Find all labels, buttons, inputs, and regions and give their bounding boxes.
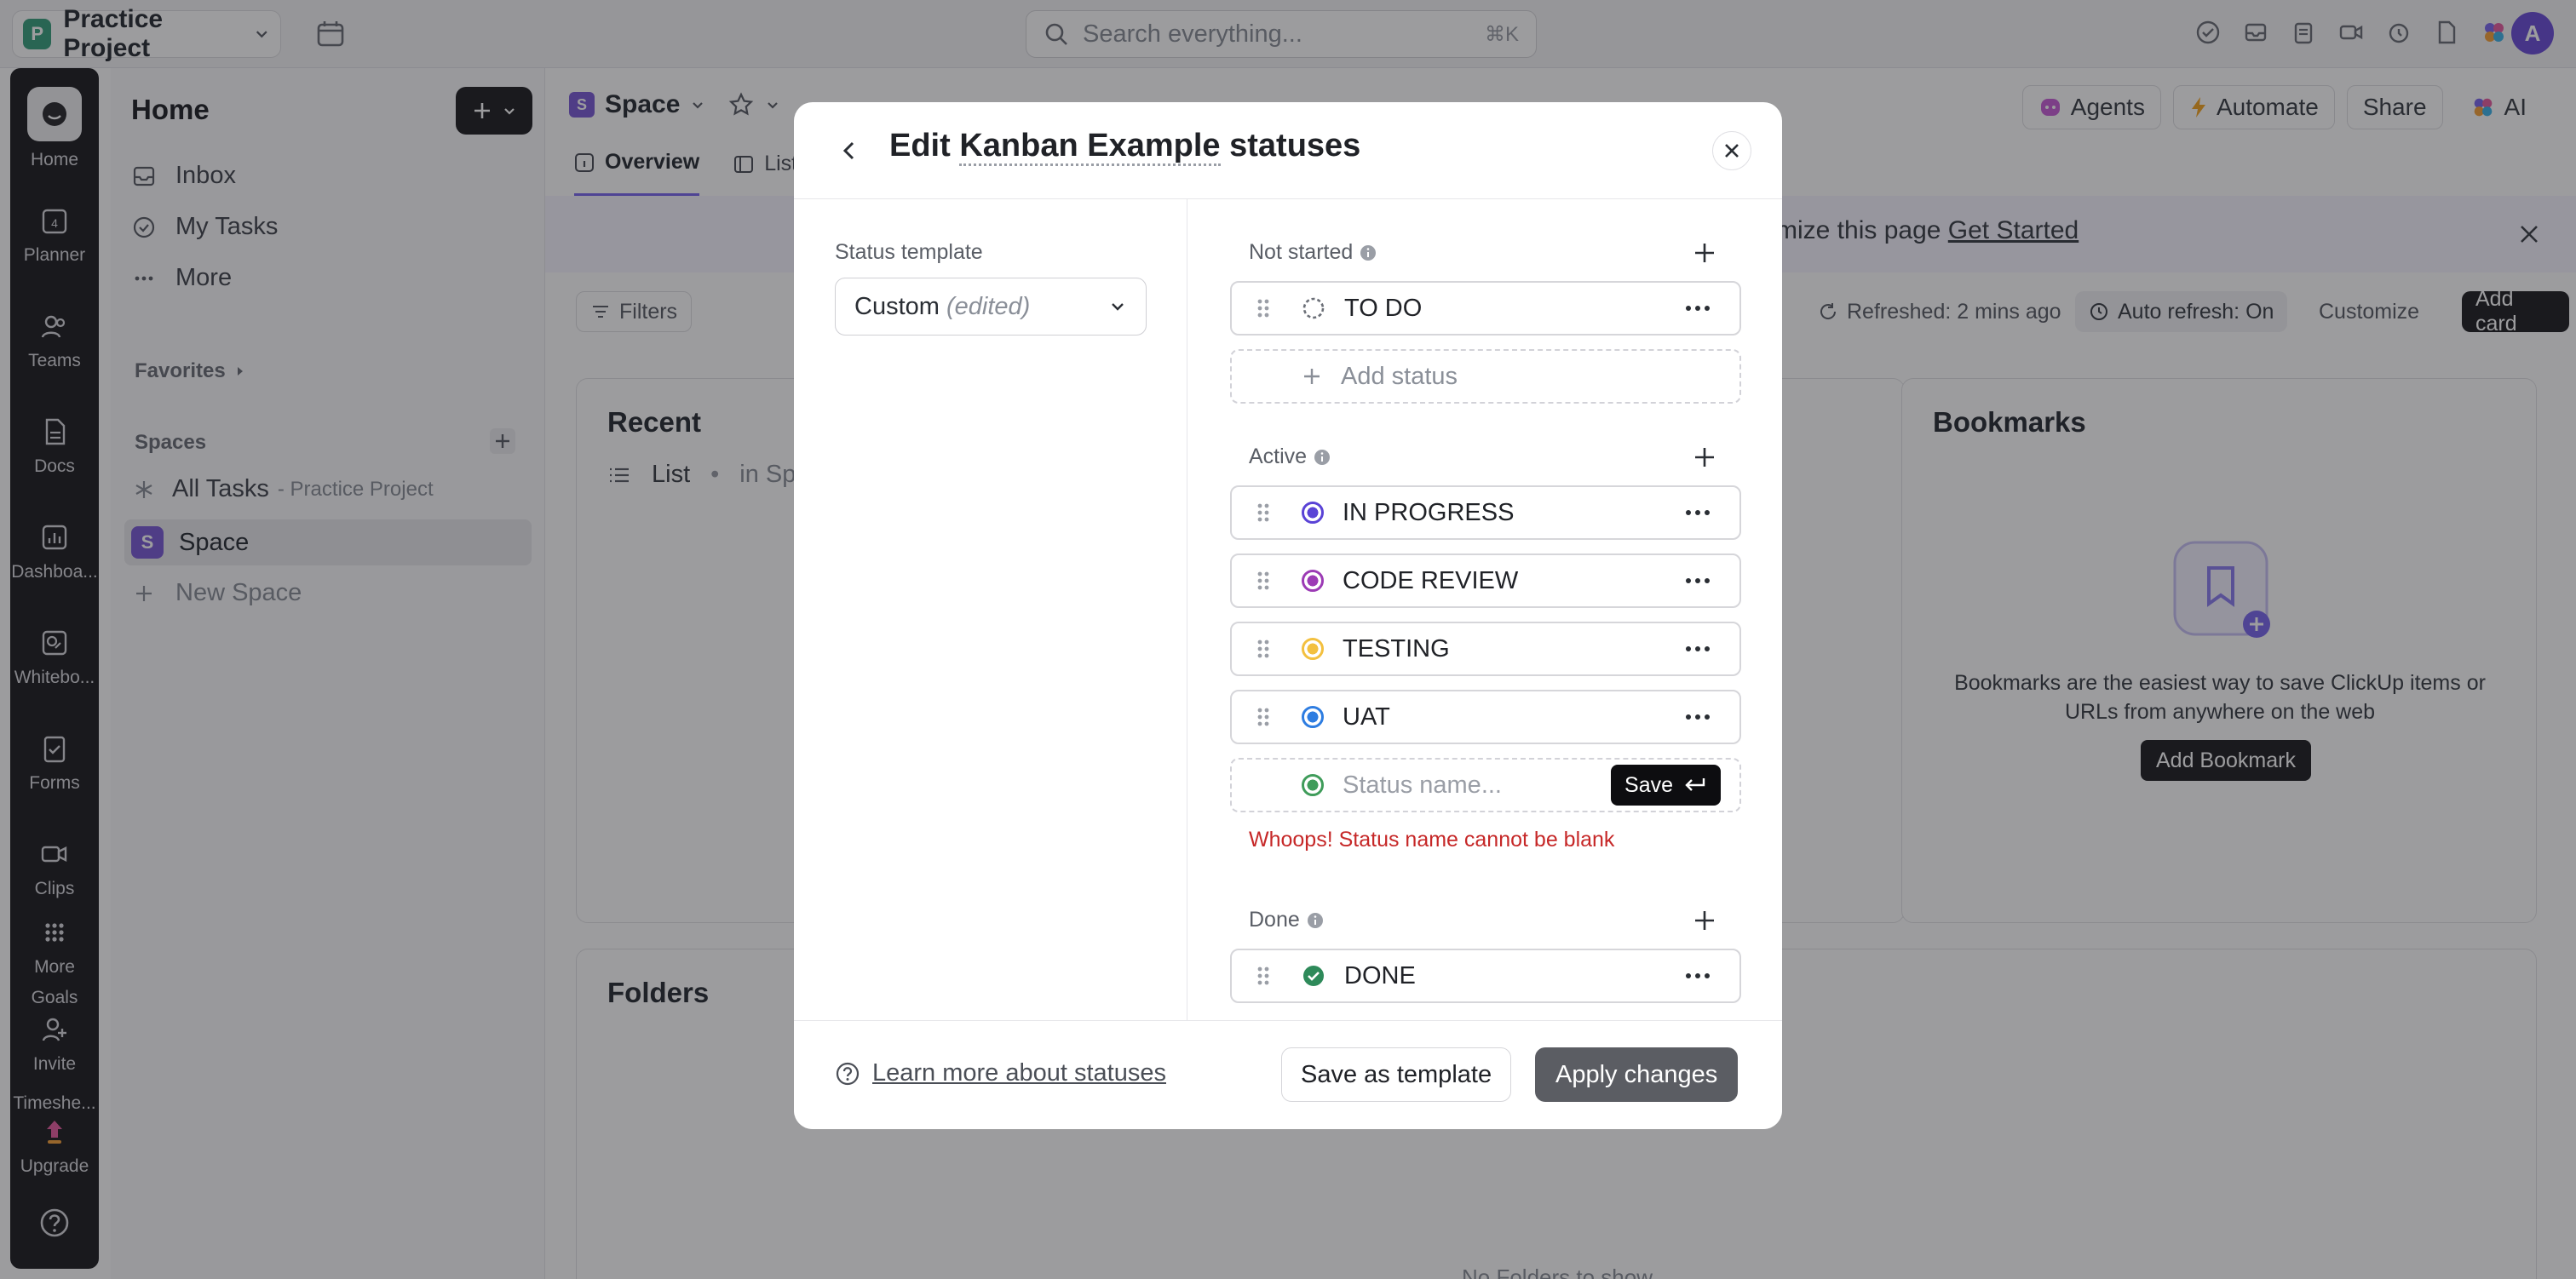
status-row[interactable]: CODE REVIEW — [1230, 553, 1741, 608]
status-dot-dashed-icon[interactable] — [1302, 296, 1325, 320]
add-status-button[interactable]: Add status — [1230, 349, 1741, 404]
more-options-icon[interactable] — [1685, 972, 1711, 979]
status-color-dot[interactable] — [1302, 706, 1324, 728]
title-list-name[interactable]: Kanban Example — [959, 128, 1221, 166]
drag-handle-icon[interactable] — [1254, 295, 1273, 321]
status-color-dot[interactable] — [1302, 502, 1324, 524]
status-template-select[interactable]: Custom (edited) — [835, 278, 1147, 336]
close-modal-button[interactable] — [1712, 131, 1751, 170]
info-icon — [1360, 244, 1377, 261]
group-not-started: Not started — [1249, 240, 1377, 265]
drag-handle-icon[interactable] — [1254, 963, 1273, 989]
drag-handle-icon[interactable] — [1254, 704, 1273, 730]
status-row[interactable]: IN PROGRESS — [1230, 485, 1741, 540]
add-status-plus-icon[interactable] — [1690, 906, 1719, 935]
status-name[interactable]: CODE REVIEW — [1343, 567, 1685, 595]
more-options-icon[interactable] — [1685, 305, 1711, 312]
more-options-icon[interactable] — [1685, 714, 1711, 720]
chevron-down-icon — [1112, 303, 1124, 311]
status-template-label: Status template — [835, 240, 983, 264]
status-row[interactable]: UAT — [1230, 690, 1741, 744]
plus-icon — [1304, 369, 1320, 384]
group-done: Done — [1249, 908, 1324, 932]
title-suffix: statuses — [1229, 128, 1361, 163]
close-icon — [1725, 144, 1739, 158]
add-status-label: Add status — [1341, 362, 1458, 390]
status-row[interactable]: DONE — [1230, 949, 1741, 1003]
help-circle-icon — [836, 1062, 860, 1085]
new-status-input-row[interactable]: Status name... Save — [1230, 758, 1741, 812]
validation-error: Whoops! Status name cannot be blank — [1249, 828, 1615, 852]
drag-handle-icon[interactable] — [1254, 636, 1273, 662]
status-name[interactable]: TO DO — [1344, 295, 1685, 323]
enter-key-icon — [1685, 778, 1705, 791]
save-as-template-button[interactable]: Save as template — [1281, 1047, 1512, 1102]
button-label: Save — [1624, 772, 1673, 797]
add-status-plus-icon[interactable] — [1690, 443, 1719, 472]
status-name[interactable]: UAT — [1343, 703, 1685, 731]
template-edited: (edited) — [946, 292, 1031, 320]
group-label: Active — [1249, 444, 1308, 468]
learn-more-link[interactable]: Learn more about statuses — [835, 1059, 1166, 1087]
status-name[interactable]: IN PROGRESS — [1343, 499, 1685, 527]
info-icon — [1307, 912, 1323, 928]
modal-title: Edit Kanban Example statuses — [889, 128, 1361, 166]
group-label: Done — [1249, 908, 1300, 932]
status-row[interactable]: TO DO — [1230, 281, 1741, 336]
more-options-icon[interactable] — [1685, 645, 1711, 652]
save-status-button[interactable]: Save — [1611, 765, 1721, 806]
status-name-input[interactable]: Status name... — [1343, 771, 1611, 800]
back-arrow-icon[interactable] — [833, 135, 865, 167]
status-color-dot[interactable] — [1302, 638, 1324, 660]
more-options-icon[interactable] — [1685, 509, 1711, 516]
apply-changes-button[interactable]: Apply changes — [1535, 1047, 1739, 1102]
status-name[interactable]: DONE — [1344, 962, 1685, 990]
group-label: Not started — [1249, 240, 1354, 264]
add-status-plus-icon[interactable] — [1690, 238, 1719, 267]
more-options-icon[interactable] — [1685, 577, 1711, 584]
info-icon — [1314, 449, 1331, 465]
drag-handle-icon[interactable] — [1254, 568, 1273, 594]
status-row[interactable]: TESTING — [1230, 622, 1741, 676]
status-done-check-icon[interactable] — [1302, 964, 1325, 988]
drag-handle-icon[interactable] — [1254, 500, 1273, 525]
group-active: Active — [1249, 444, 1331, 469]
learn-more-label: Learn more about statuses — [872, 1059, 1166, 1087]
status-name[interactable]: TESTING — [1343, 635, 1685, 663]
status-color-dot[interactable] — [1302, 570, 1324, 592]
status-color-dot[interactable] — [1302, 774, 1324, 796]
edit-statuses-modal: Edit Kanban Example statuses Status temp… — [794, 102, 1782, 1129]
template-value: Custom — [854, 292, 940, 320]
title-prefix: Edit — [889, 128, 951, 163]
